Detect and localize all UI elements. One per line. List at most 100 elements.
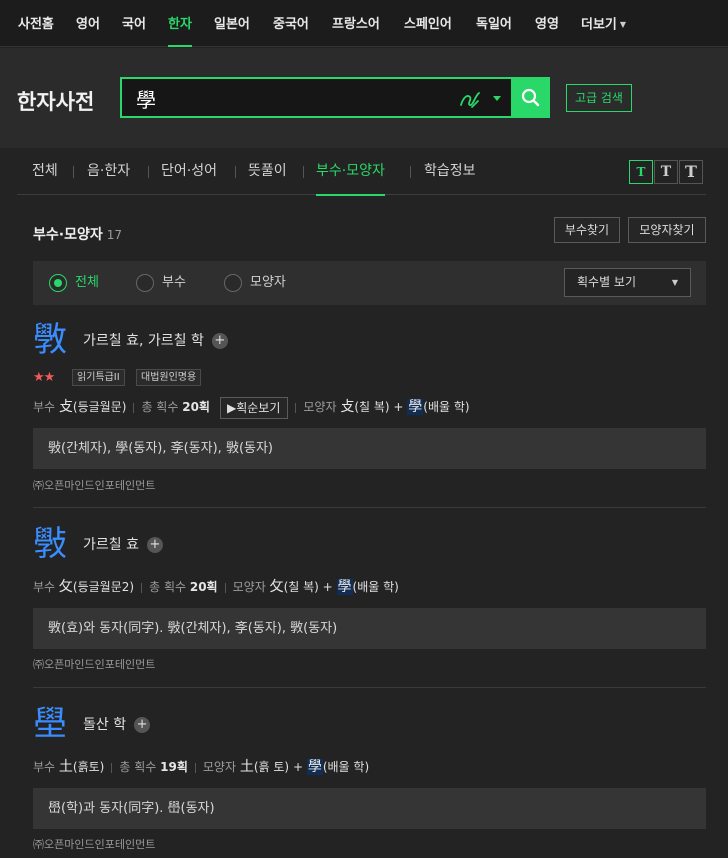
filter-all-radio[interactable]: 전체 (49, 273, 99, 293)
tab-radical-shape[interactable]: 부수·모양자 (316, 149, 385, 196)
section-title: 부수·모양자 17 (33, 224, 122, 244)
nav-japanese[interactable]: 일본어 (214, 0, 250, 47)
nav-french[interactable]: 프랑스어 (332, 0, 380, 47)
advanced-search-button[interactable]: 고급 검색 (566, 84, 632, 112)
radio-dot (136, 273, 154, 292)
tab-study-info[interactable]: 학습정보 (424, 149, 476, 195)
tab-words-idioms[interactable]: 단어·성어 (161, 149, 217, 195)
find-radical-button[interactable]: 부수찾기 (554, 217, 620, 243)
filter-radical-radio[interactable]: 부수 (136, 273, 186, 293)
font-size-small-button[interactable]: T (629, 160, 653, 184)
meta-divider (141, 582, 143, 593)
filter-shape-radio[interactable]: 모양자 (224, 273, 286, 293)
radical-label: 부수 (33, 760, 56, 774)
caret-down-icon[interactable] (491, 90, 503, 106)
search-icon (521, 88, 540, 107)
nav-more[interactable]: 더보기 ▼ (581, 0, 626, 47)
entry-meta: 부수 攴(등글월문) 총 획수 20획 ▶획순보기 모양자 攴(칠 복) + 學(배울… (33, 396, 470, 419)
hanja-char[interactable]: 壆 (33, 704, 67, 744)
source-credit: ㈜오픈마인드인포테인먼트 (33, 838, 156, 851)
shape-part-desc: (칠 복) (283, 580, 319, 594)
search-button[interactable] (511, 77, 550, 118)
radical-char[interactable]: 攴 (59, 399, 73, 415)
plus-sign: + (322, 580, 333, 594)
variant-info: 斅(간체자), 學(동자), 斈(동자), 斅(동자) (33, 428, 706, 469)
shape-part-desc: (흙 토) (253, 760, 290, 774)
meta-divider (111, 762, 113, 773)
stroke-count: 20획 (182, 400, 210, 414)
plus-sign: + (292, 760, 303, 774)
tab-divider (303, 166, 304, 178)
meaning-text[interactable]: 가르칠 효 (83, 537, 139, 553)
hanja-char[interactable]: 斅 (33, 524, 67, 564)
meta-divider (194, 762, 196, 773)
handwriting-input-icon[interactable] (458, 88, 482, 110)
hanja-meaning: 가르칠 효 + (83, 535, 163, 555)
shape-part-char[interactable]: 學 (306, 759, 323, 775)
add-wordbook-icon[interactable]: + (146, 537, 163, 553)
nav-hanja[interactable]: 한자 (168, 0, 192, 47)
radio-dot (224, 273, 242, 292)
entry-divider (33, 507, 706, 508)
font-size-medium-button[interactable]: T (654, 160, 678, 184)
meaning-text[interactable]: 돌산 학 (83, 717, 126, 733)
result-count: 17 (106, 228, 122, 242)
sort-select[interactable]: 획수별 보기 ▼ (564, 268, 691, 297)
find-shape-button[interactable]: 모양자찾기 (628, 217, 706, 243)
nav-english[interactable]: 영어 (76, 0, 100, 47)
nav-spanish[interactable]: 스페인어 (404, 0, 452, 47)
shape-label: 모양자 (303, 400, 337, 414)
meaning-text[interactable]: 가르칠 효, 가르칠 학 (83, 333, 204, 349)
shape-part-char[interactable]: 學 (407, 399, 424, 415)
radical-label: 부수 (33, 580, 56, 594)
shape-label: 모양자 (232, 580, 266, 594)
strokes-label: 총 획수 (141, 400, 179, 414)
radical-char[interactable]: 土 (59, 759, 73, 775)
hanja-meaning: 돌산 학 + (83, 715, 151, 735)
variant-info: 嶨(학)과 동자(同字). 嶨(동자) (33, 788, 706, 829)
section-title-label: 부수·모양자 (33, 227, 103, 243)
variant-info: 斆(효)와 동자(同字). 斅(간체자), 斈(동자), 斆(동자) (33, 608, 706, 649)
nav-english-english[interactable]: 영영 (535, 0, 559, 47)
radio-dot (49, 273, 67, 292)
search-input[interactable] (136, 82, 456, 114)
radical-desc: (등글월문2) (72, 580, 135, 594)
shape-part-desc: (배울 학) (423, 400, 470, 414)
shape-part-char[interactable]: 學 (336, 579, 353, 595)
add-wordbook-icon[interactable]: + (134, 717, 151, 733)
strokes-label: 총 획수 (149, 580, 187, 594)
radical-label: 부수 (33, 400, 56, 414)
shape-part-char[interactable]: 攵 (270, 579, 284, 595)
shape-part-char[interactable]: 土 (240, 759, 254, 775)
hanja-char[interactable]: 斆 (33, 320, 67, 360)
stroke-count: 19획 (160, 760, 188, 774)
filter-all-label: 전체 (75, 275, 99, 290)
level-tag: 읽기특급II (72, 369, 125, 386)
stroke-count: 20획 (189, 580, 218, 594)
tab-divider (235, 166, 236, 178)
tab-sound-hanja[interactable]: 음·한자 (87, 149, 130, 195)
nav-chinese[interactable]: 중국어 (273, 0, 309, 47)
stroke-order-button[interactable]: ▶획순보기 (219, 396, 289, 419)
nav-german[interactable]: 독일어 (476, 0, 512, 47)
shape-label: 모양자 (202, 760, 237, 774)
shape-part-desc: (배울 학) (352, 580, 399, 594)
tab-definitions[interactable]: 뜻풀이 (248, 149, 287, 195)
entry-meta: 부수 土(흙토) 총 획수 19획 모양자 土(흙 토) + 學(배울 학) (33, 756, 369, 778)
filter-radical-label: 부수 (162, 275, 186, 290)
entry-divider (33, 687, 706, 688)
search-box (120, 77, 511, 118)
tab-all[interactable]: 전체 (32, 149, 58, 195)
name-use-tag: 대법원인명용 (136, 369, 202, 386)
nav-dictionary-home[interactable]: 사전홈 (18, 0, 54, 47)
shape-part-char[interactable]: 攴 (340, 399, 354, 415)
filter-bar: 전체 부수 모양자 획수별 보기 ▼ (33, 261, 706, 305)
font-size-large-button[interactable]: T (679, 160, 703, 184)
tab-divider (410, 166, 411, 178)
nav-korean[interactable]: 국어 (122, 0, 146, 47)
strokes-label: 총 획수 (119, 760, 157, 774)
add-wordbook-icon[interactable]: + (211, 333, 228, 349)
level-stars: ★★ (33, 370, 55, 385)
radical-char[interactable]: 攵 (59, 579, 73, 595)
result-tabs: 전체 음·한자 단어·성어 뜻풀이 부수·모양자 학습정보 T T T (17, 149, 706, 196)
